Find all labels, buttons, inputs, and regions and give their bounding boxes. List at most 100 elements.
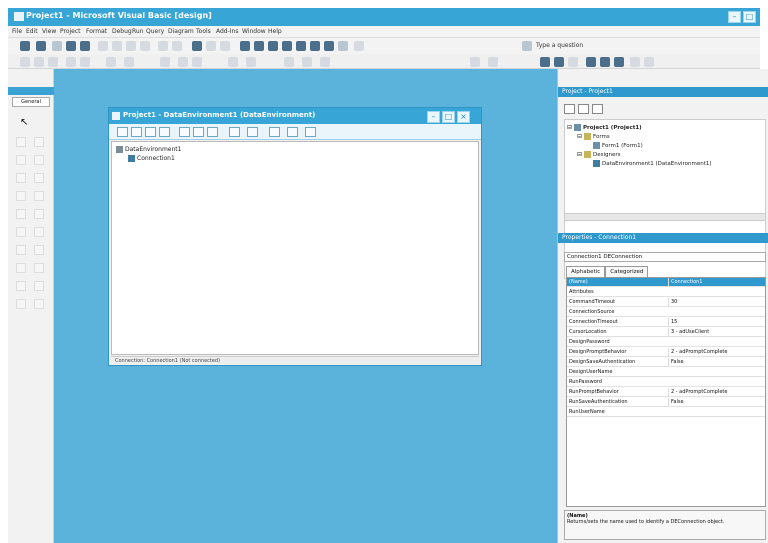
view-code-icon[interactable] [564, 104, 575, 114]
cut-icon[interactable] [98, 41, 108, 51]
form-layout-icon[interactable] [268, 41, 278, 51]
project-hscrollbar[interactable] [564, 213, 766, 221]
filelistbox-icon[interactable] [16, 263, 26, 273]
refresh-icon[interactable] [159, 127, 170, 137]
view-code-icon[interactable] [193, 127, 204, 137]
undo-icon[interactable] [158, 41, 168, 51]
save-icon[interactable] [80, 41, 90, 51]
verify-icon[interactable] [568, 57, 578, 67]
uncomment-icon[interactable] [246, 57, 256, 67]
maximize-icon[interactable]: □ [442, 111, 455, 123]
menu-help[interactable]: Help [268, 28, 282, 35]
project-explorer-icon[interactable] [240, 41, 250, 51]
properties-icon[interactable] [179, 127, 190, 137]
view-object-icon[interactable] [578, 104, 589, 114]
picturebox-icon[interactable] [16, 137, 26, 147]
property-row[interactable]: RunPromptBehavior 2 - adPromptComplete [567, 388, 765, 397]
tab-categorized[interactable]: Categorized [605, 266, 649, 277]
image-icon[interactable] [34, 281, 44, 291]
bookmark-icon[interactable] [284, 57, 294, 67]
align-left-icon[interactable] [20, 57, 30, 67]
menu-debug[interactable]: Debug [112, 28, 132, 35]
property-row[interactable]: ConnectionSource [567, 308, 765, 317]
data-view-icon[interactable] [310, 41, 320, 51]
type-question-box[interactable]: Type a question [536, 42, 583, 49]
data-icon[interactable] [16, 299, 26, 309]
vscrollbar-icon[interactable] [16, 227, 26, 237]
ole-icon[interactable] [34, 299, 44, 309]
commandbutton-icon[interactable] [16, 173, 26, 183]
menu-run[interactable]: Run [132, 28, 144, 35]
hscrollbar-icon[interactable] [34, 209, 44, 219]
project-node[interactable]: ⊟ Project1 (Project1) [567, 124, 642, 131]
property-row[interactable]: ConnectionTimeout 15 [567, 318, 765, 327]
toolbox-icon[interactable] [296, 41, 306, 51]
properties-icon[interactable] [644, 57, 654, 67]
sort-by-connection-icon[interactable] [287, 127, 298, 137]
group-by-icon[interactable] [630, 57, 640, 67]
options-icon[interactable] [305, 127, 316, 137]
help-question-icon[interactable] [522, 41, 532, 51]
component-manager-icon[interactable] [324, 41, 334, 51]
lock-icon[interactable] [160, 57, 170, 67]
align-right-icon[interactable] [48, 57, 58, 67]
view-icon[interactable] [614, 57, 624, 67]
tree-node-connection[interactable]: Connection1 [128, 155, 175, 162]
property-row[interactable]: RunUserName [567, 408, 765, 417]
textbox-icon[interactable] [16, 155, 26, 165]
property-row[interactable]: CommandTimeout 30 [567, 298, 765, 307]
table-icon[interactable] [600, 57, 610, 67]
label-icon[interactable] [34, 137, 44, 147]
dirlistbox-icon[interactable] [34, 245, 44, 255]
center-icon[interactable] [106, 57, 116, 67]
minimize-icon[interactable]: – [427, 111, 440, 123]
drivelistbox-icon[interactable] [16, 245, 26, 255]
minimize-icon[interactable]: – [728, 11, 741, 23]
indent-icon[interactable] [178, 57, 188, 67]
object-selector[interactable]: Connection1 DEConnection [564, 252, 766, 262]
property-row[interactable]: DesignSaveAuthentication False [567, 358, 765, 367]
menu-project[interactable]: Project [60, 28, 81, 35]
toggle-folders-icon[interactable] [592, 104, 603, 114]
spacing-icon[interactable] [80, 57, 90, 67]
menu-query[interactable]: Query [146, 28, 164, 35]
menu-file[interactable]: File [12, 28, 22, 35]
open-icon[interactable] [66, 41, 76, 51]
prev-bookmark-icon[interactable] [320, 57, 330, 67]
form1-node[interactable]: Form1 (Form1) [593, 142, 643, 149]
property-row[interactable]: Attributes [567, 288, 765, 297]
combobox-icon[interactable] [34, 191, 44, 201]
add-project-icon[interactable] [20, 41, 30, 51]
comment-icon[interactable] [228, 57, 238, 67]
arrange-icon[interactable] [247, 127, 258, 137]
listbox-icon[interactable] [16, 209, 26, 219]
redo-icon[interactable] [172, 41, 182, 51]
insert-stored-procedure-icon[interactable] [207, 127, 218, 137]
property-row[interactable]: DesignUserName [567, 368, 765, 377]
add-connection-icon[interactable] [117, 127, 128, 137]
run-query-icon[interactable] [554, 57, 564, 67]
property-row[interactable]: (Name) Connection1 [567, 278, 765, 287]
design-icon[interactable] [229, 127, 240, 137]
dataenvironment-node[interactable]: DataEnvironment1 (DataEnvironment1) [593, 160, 712, 167]
add-command-icon[interactable] [131, 127, 142, 137]
property-row[interactable]: RunPassword [567, 378, 765, 387]
menu-editor-icon[interactable] [52, 41, 62, 51]
diagram-icon[interactable] [488, 57, 498, 67]
property-row[interactable]: DesignPassword [567, 338, 765, 347]
optionbutton-icon[interactable] [16, 191, 26, 201]
timer-icon[interactable] [34, 227, 44, 237]
properties-window-icon[interactable] [254, 41, 264, 51]
outdent-icon[interactable] [192, 57, 202, 67]
add-form-icon[interactable] [36, 41, 46, 51]
sort-by-object-icon[interactable] [269, 127, 280, 137]
end-icon[interactable] [220, 41, 230, 51]
object-browser-icon[interactable] [282, 41, 292, 51]
tree-node-dataenvironment[interactable]: DataEnvironment1 [116, 146, 181, 153]
close-icon[interactable]: × [457, 111, 470, 123]
maximize-icon[interactable]: □ [743, 11, 756, 23]
paste-icon[interactable] [126, 41, 136, 51]
size-icon[interactable] [66, 57, 76, 67]
pointer-icon[interactable]: ↖ [20, 117, 28, 128]
property-row[interactable]: CursorLocation 3 - adUseClient [567, 328, 765, 337]
